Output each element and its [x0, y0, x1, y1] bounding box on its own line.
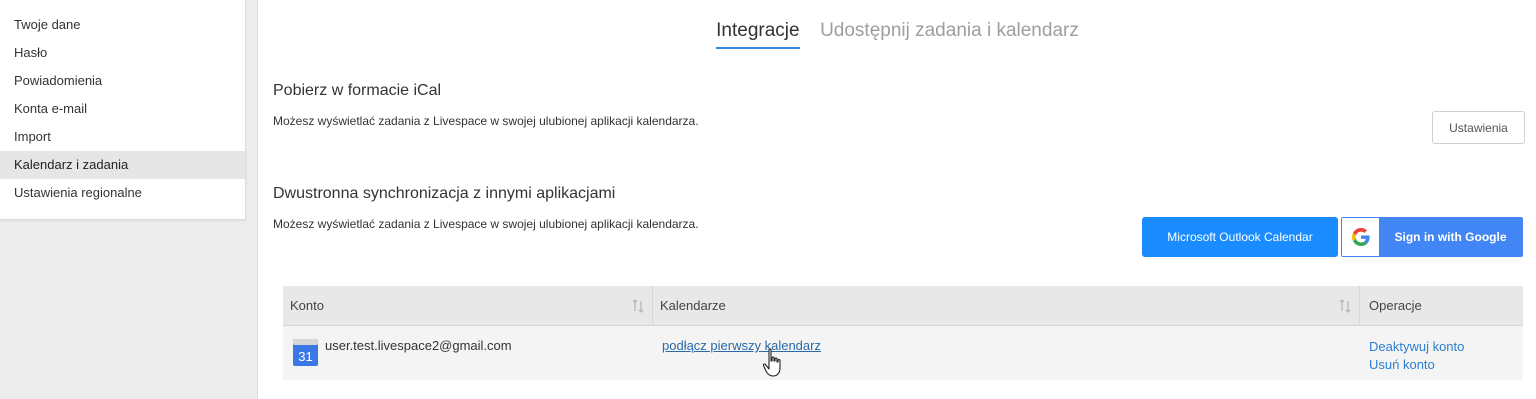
ical-section-title: Pobierz w formacie iCal: [273, 82, 442, 99]
column-header-account-label: Konto: [290, 298, 324, 313]
column-header-calendars[interactable]: Kalendarze: [653, 286, 1360, 325]
column-header-calendars-label: Kalendarze: [660, 298, 726, 313]
main-content: Integracje Udostępnij zadania i kalendar…: [259, 0, 1536, 399]
column-header-operations-label: Operacje: [1369, 298, 1422, 313]
google-sign-in-button[interactable]: Sign in with Google: [1341, 217, 1523, 257]
calendars-cell: podłącz pierwszy kalendarz: [653, 326, 1360, 380]
sidebar-item-import[interactable]: Import: [0, 123, 245, 151]
sidebar-item-regional-settings[interactable]: Ustawienia regionalne: [0, 179, 245, 207]
ical-section-description: Możesz wyświetlać zadania z Livespace w …: [273, 114, 699, 128]
tab-integrations[interactable]: Integracje: [716, 20, 800, 49]
sidebar-item-notifications[interactable]: Powiadomienia: [0, 67, 245, 95]
google-g-icon: [1342, 218, 1379, 256]
table-header: Konto Kalendarze Operacje: [283, 286, 1523, 326]
deactivate-account-link[interactable]: Deaktywuj konto: [1369, 338, 1523, 356]
tab-bar: Integracje Udostępnij zadania i kalendar…: [259, 20, 1536, 49]
sidebar-item-email-accounts[interactable]: Konta e-mail: [0, 95, 245, 123]
column-header-account[interactable]: Konto: [283, 286, 653, 325]
sort-arrows-icon[interactable]: [1339, 299, 1351, 313]
calendar-icon-day: 31: [298, 349, 312, 364]
account-cell: 31 user.test.livespace2@gmail.com: [283, 326, 653, 380]
sort-arrows-icon[interactable]: [632, 299, 644, 313]
sidebar-item-your-data[interactable]: Twoje dane: [0, 11, 245, 39]
sidebar-item-password[interactable]: Hasło: [0, 39, 245, 67]
sync-section-title: Dwustronna synchronizacja z innymi aplik…: [273, 185, 616, 202]
settings-sidebar: Twoje dane Hasło Powiadomienia Konta e-m…: [0, 0, 246, 220]
google-calendar-icon: 31: [293, 339, 318, 366]
table-row: 31 user.test.livespace2@gmail.com podłąc…: [283, 326, 1523, 380]
ical-settings-button[interactable]: Ustawienia: [1432, 111, 1525, 144]
tab-share-tasks-calendar[interactable]: Udostępnij zadania i kalendarz: [820, 20, 1079, 47]
accounts-table: Konto Kalendarze Operacje 31 user.test.l…: [283, 286, 1523, 380]
sidebar-item-calendar-tasks[interactable]: Kalendarz i zadania: [0, 151, 245, 179]
connect-first-calendar-link[interactable]: podłącz pierwszy kalendarz: [662, 338, 821, 353]
sync-section-description: Możesz wyświetlać zadania z Livespace w …: [273, 217, 699, 231]
left-pane: Twoje dane Hasło Powiadomienia Konta e-m…: [0, 0, 258, 399]
column-header-operations: Operacje: [1360, 286, 1523, 325]
google-sign-in-label: Sign in with Google: [1394, 230, 1507, 244]
account-email: user.test.livespace2@gmail.com: [325, 338, 512, 353]
outlook-calendar-button[interactable]: Microsoft Outlook Calendar: [1142, 217, 1338, 257]
remove-account-link[interactable]: Usuń konto: [1369, 356, 1523, 374]
operations-cell: Deaktywuj konto Usuń konto: [1360, 326, 1523, 380]
